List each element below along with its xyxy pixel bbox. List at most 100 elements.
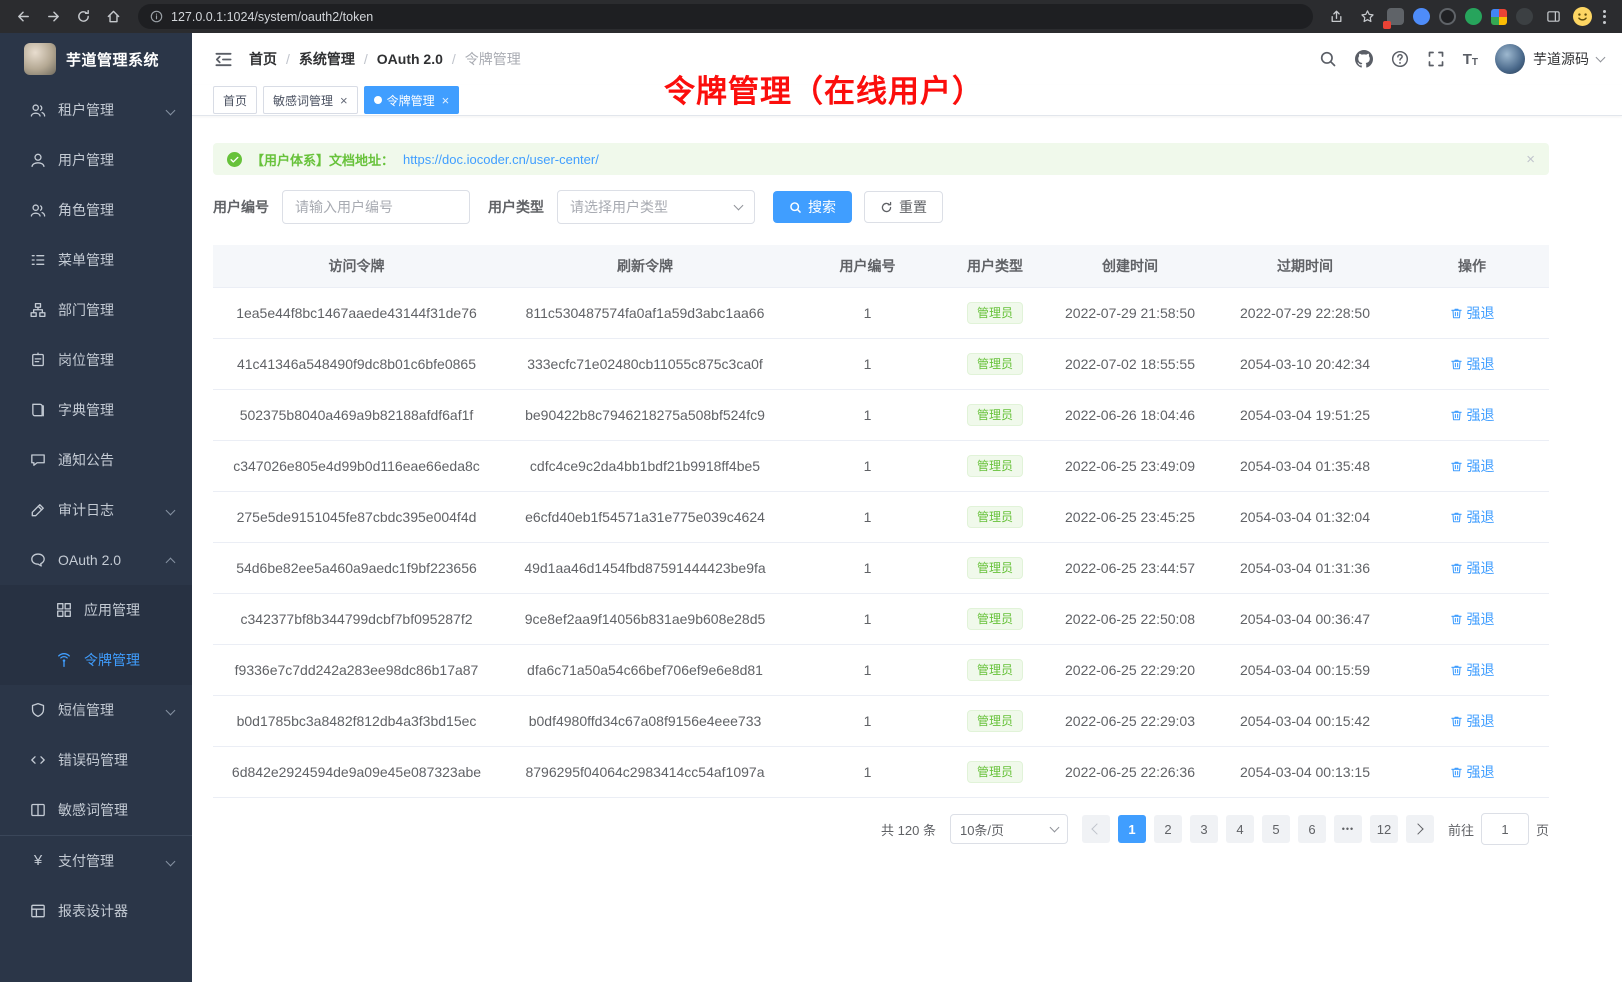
- reload-icon[interactable]: [70, 4, 96, 30]
- user-name: 芋道源码: [1533, 49, 1589, 69]
- user-type-badge: 管理员: [967, 302, 1023, 324]
- force-logout-button[interactable]: 强退: [1450, 609, 1495, 629]
- sidebar-item-sensitive-word[interactable]: 敏感词管理: [0, 785, 192, 835]
- force-logout-button[interactable]: 强退: [1450, 507, 1495, 527]
- extension-badged-icon[interactable]: [1387, 8, 1404, 25]
- force-logout-button[interactable]: 强退: [1450, 354, 1495, 374]
- create-time-cell: 2022-07-29 21:58:50: [1045, 288, 1215, 339]
- page-size-select[interactable]: 10条/页: [950, 814, 1068, 844]
- sidebar-item-dict[interactable]: 字典管理: [0, 385, 192, 435]
- pager-ellipsis[interactable]: •••: [1334, 815, 1362, 843]
- layout-icon: [30, 903, 46, 919]
- page-button[interactable]: 6: [1298, 815, 1326, 843]
- reset-button[interactable]: 重置: [864, 191, 943, 223]
- action-cell: 强退: [1395, 339, 1549, 390]
- create-time-cell: 2022-06-25 23:49:09: [1045, 441, 1215, 492]
- url-bar[interactable]: 127.0.0.1:1024/system/oauth2/token: [138, 4, 1313, 29]
- expire-time-cell: 2054-03-04 01:31:36: [1215, 543, 1395, 594]
- sidebar-item-notice[interactable]: 通知公告: [0, 435, 192, 485]
- font-size-icon[interactable]: TT: [1463, 51, 1478, 68]
- sidebar-item-audit-log[interactable]: 审计日志: [0, 485, 192, 535]
- sidebar-item-pay[interactable]: ¥支付管理: [0, 835, 192, 886]
- close-icon[interactable]: ×: [340, 94, 348, 107]
- sidebar-item-label: 角色管理: [58, 200, 114, 220]
- extension-dark-icon[interactable]: [1439, 8, 1456, 25]
- site-info-icon[interactable]: [150, 10, 163, 23]
- breadcrumb-item[interactable]: OAuth 2.0: [377, 51, 443, 67]
- breadcrumb-item[interactable]: 系统管理: [299, 49, 355, 69]
- side-panel-icon[interactable]: [1542, 6, 1564, 28]
- access-token-cell: f9336e7c7dd242a283ee98dc86b17a87: [213, 645, 500, 696]
- close-icon[interactable]: ×: [442, 94, 450, 107]
- page-button[interactable]: 1: [1118, 815, 1146, 843]
- create-time-cell: 2022-06-25 23:45:25: [1045, 492, 1215, 543]
- extension-gray-icon[interactable]: [1516, 8, 1533, 25]
- fullscreen-icon[interactable]: [1427, 50, 1446, 69]
- sidebar-item-oauth2-app[interactable]: 应用管理: [0, 585, 192, 635]
- access-token-cell: 275e5de9151045fe87cbdc395e004f4d: [213, 492, 500, 543]
- extensions-puzzle-icon[interactable]: [1491, 9, 1507, 25]
- force-logout-button[interactable]: 强退: [1450, 558, 1495, 578]
- user-id-cell: 1: [790, 288, 945, 339]
- back-icon[interactable]: [10, 4, 36, 30]
- sidebar-item-oauth2[interactable]: OAuth 2.0: [0, 535, 192, 585]
- app-logo[interactable]: 芋道管理系统: [0, 33, 192, 85]
- sidebar-menu: 租户管理用户管理角色管理菜单管理部门管理岗位管理字典管理通知公告审计日志OAut…: [0, 85, 192, 982]
- force-logout-button[interactable]: 强退: [1450, 660, 1495, 680]
- action-cell: 强退: [1395, 543, 1549, 594]
- extension-blue-icon[interactable]: [1413, 8, 1430, 25]
- force-logout-button[interactable]: 强退: [1450, 711, 1495, 731]
- search-button[interactable]: 搜索: [773, 191, 852, 223]
- close-icon[interactable]: ×: [1526, 151, 1535, 168]
- github-icon[interactable]: [1355, 50, 1374, 69]
- pager-prev-button[interactable]: [1082, 815, 1110, 843]
- force-logout-button[interactable]: 强退: [1450, 762, 1495, 782]
- tab-token[interactable]: 令牌管理×: [364, 86, 460, 114]
- tab-sensitive-word[interactable]: 敏感词管理×: [263, 86, 358, 114]
- sidebar-item-role[interactable]: 角色管理: [0, 185, 192, 235]
- force-logout-button[interactable]: 强退: [1450, 303, 1495, 323]
- sidebar-item-report-designer[interactable]: 报表设计器: [0, 886, 192, 936]
- home-icon[interactable]: [100, 4, 126, 30]
- force-logout-button[interactable]: 强退: [1450, 405, 1495, 425]
- user-id-cell: 1: [790, 747, 945, 798]
- navbar-actions: TT 芋道源码: [1319, 44, 1604, 74]
- action-cell: 强退: [1395, 390, 1549, 441]
- user-type-select[interactable]: 请选择用户类型: [557, 190, 755, 224]
- page-button[interactable]: 3: [1190, 815, 1218, 843]
- help-icon[interactable]: [1391, 50, 1410, 69]
- force-logout-label: 强退: [1467, 762, 1495, 782]
- bookmark-star-icon[interactable]: [1356, 6, 1378, 28]
- page-button[interactable]: 12: [1370, 815, 1398, 843]
- tab-home[interactable]: 首页: [213, 86, 257, 114]
- sidebar-item-sms[interactable]: 短信管理: [0, 685, 192, 735]
- forward-icon[interactable]: [40, 4, 66, 30]
- sidebar-item-menu[interactable]: 菜单管理: [0, 235, 192, 285]
- user-menu[interactable]: 芋道源码: [1495, 44, 1604, 74]
- page-button[interactable]: 2: [1154, 815, 1182, 843]
- sidebar-item-oauth2-token[interactable]: 令牌管理: [0, 635, 192, 685]
- signal-icon: [56, 652, 72, 668]
- sidebar-toggle-icon[interactable]: [214, 50, 233, 69]
- share-icon[interactable]: [1325, 6, 1347, 28]
- sidebar-item-label: 通知公告: [58, 450, 114, 470]
- sidebar-item-tenant[interactable]: 租户管理: [0, 85, 192, 135]
- profile-avatar[interactable]: [1573, 7, 1592, 26]
- sidebar-item-error-code[interactable]: 错误码管理: [0, 735, 192, 785]
- page-button[interactable]: 4: [1226, 815, 1254, 843]
- search-icon[interactable]: [1319, 50, 1338, 69]
- expire-time-cell: 2054-03-04 01:35:48: [1215, 441, 1395, 492]
- trash-icon: [1450, 562, 1463, 575]
- sidebar-item-post[interactable]: 岗位管理: [0, 335, 192, 385]
- breadcrumb-item[interactable]: 首页: [249, 49, 277, 69]
- alert-doc-link[interactable]: https://doc.iocoder.cn/user-center/: [403, 152, 599, 167]
- browser-menu-icon[interactable]: [1601, 8, 1608, 26]
- page-button[interactable]: 5: [1262, 815, 1290, 843]
- pager-next-button[interactable]: [1406, 815, 1434, 843]
- force-logout-button[interactable]: 强退: [1450, 456, 1495, 476]
- extension-green-icon[interactable]: [1465, 8, 1482, 25]
- user-id-input[interactable]: [282, 190, 470, 224]
- sidebar-item-dept[interactable]: 部门管理: [0, 285, 192, 335]
- goto-page-input[interactable]: [1481, 813, 1529, 845]
- sidebar-item-user[interactable]: 用户管理: [0, 135, 192, 185]
